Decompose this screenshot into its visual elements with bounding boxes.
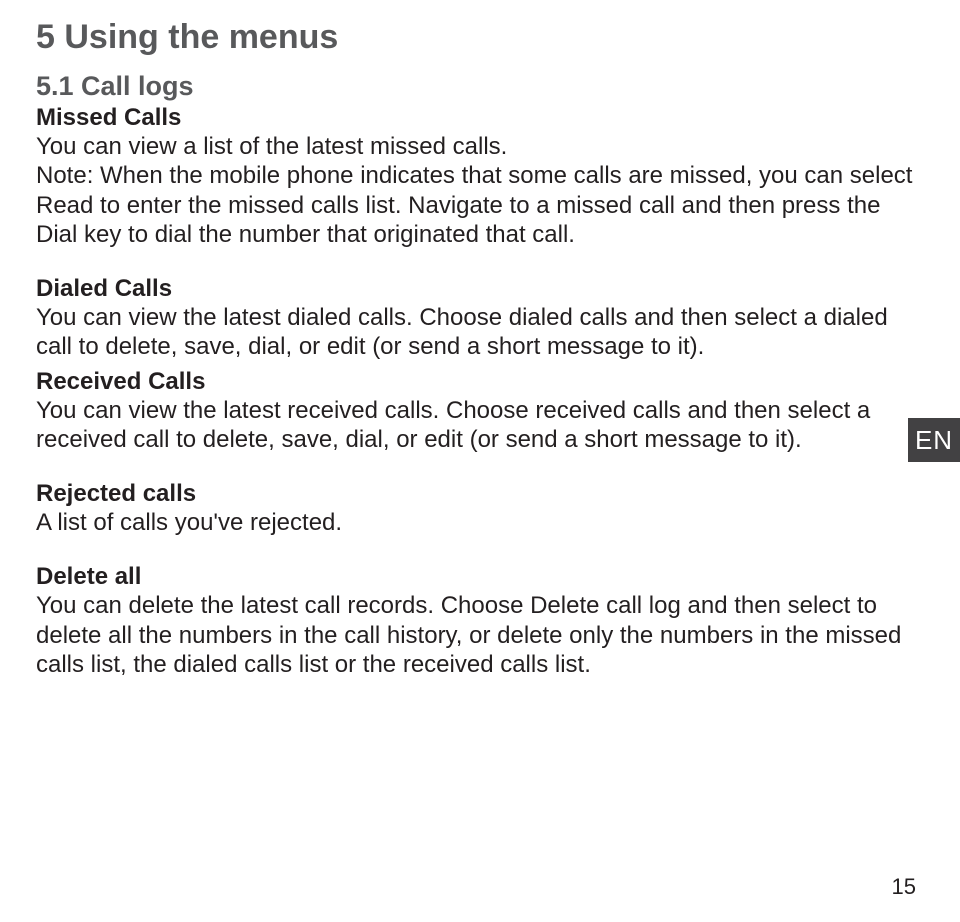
rejected-calls-heading: Rejected calls — [36, 480, 924, 508]
rejected-calls-body: A list of calls you've rejected. — [36, 508, 924, 537]
delete-all-block: Delete all You can delete the latest cal… — [36, 563, 924, 679]
received-calls-body: You can view the latest received calls. … — [36, 396, 924, 455]
delete-all-heading: Delete all — [36, 563, 924, 591]
missed-calls-body: You can view a list of the latest missed… — [36, 132, 924, 249]
manual-page: 5 Using the menus 5.1 Call logs Missed C… — [0, 0, 960, 922]
received-calls-block: Received Calls You can view the latest r… — [36, 368, 924, 455]
delete-all-body: You can delete the latest call records. … — [36, 591, 924, 679]
chapter-title: 5 Using the menus — [36, 18, 924, 57]
missed-calls-block: Missed Calls You can view a list of the … — [36, 104, 924, 249]
received-calls-heading: Received Calls — [36, 368, 924, 396]
dialed-calls-block: Dialed Calls You can view the latest dia… — [36, 275, 924, 362]
missed-calls-heading: Missed Calls — [36, 104, 924, 132]
section-title: 5.1 Call logs — [36, 71, 924, 102]
page-number: 15 — [892, 874, 916, 900]
dialed-calls-heading: Dialed Calls — [36, 275, 924, 303]
language-tab: EN — [908, 418, 960, 462]
dialed-calls-body: You can view the latest dialed calls. Ch… — [36, 303, 924, 362]
rejected-calls-block: Rejected calls A list of calls you've re… — [36, 480, 924, 537]
